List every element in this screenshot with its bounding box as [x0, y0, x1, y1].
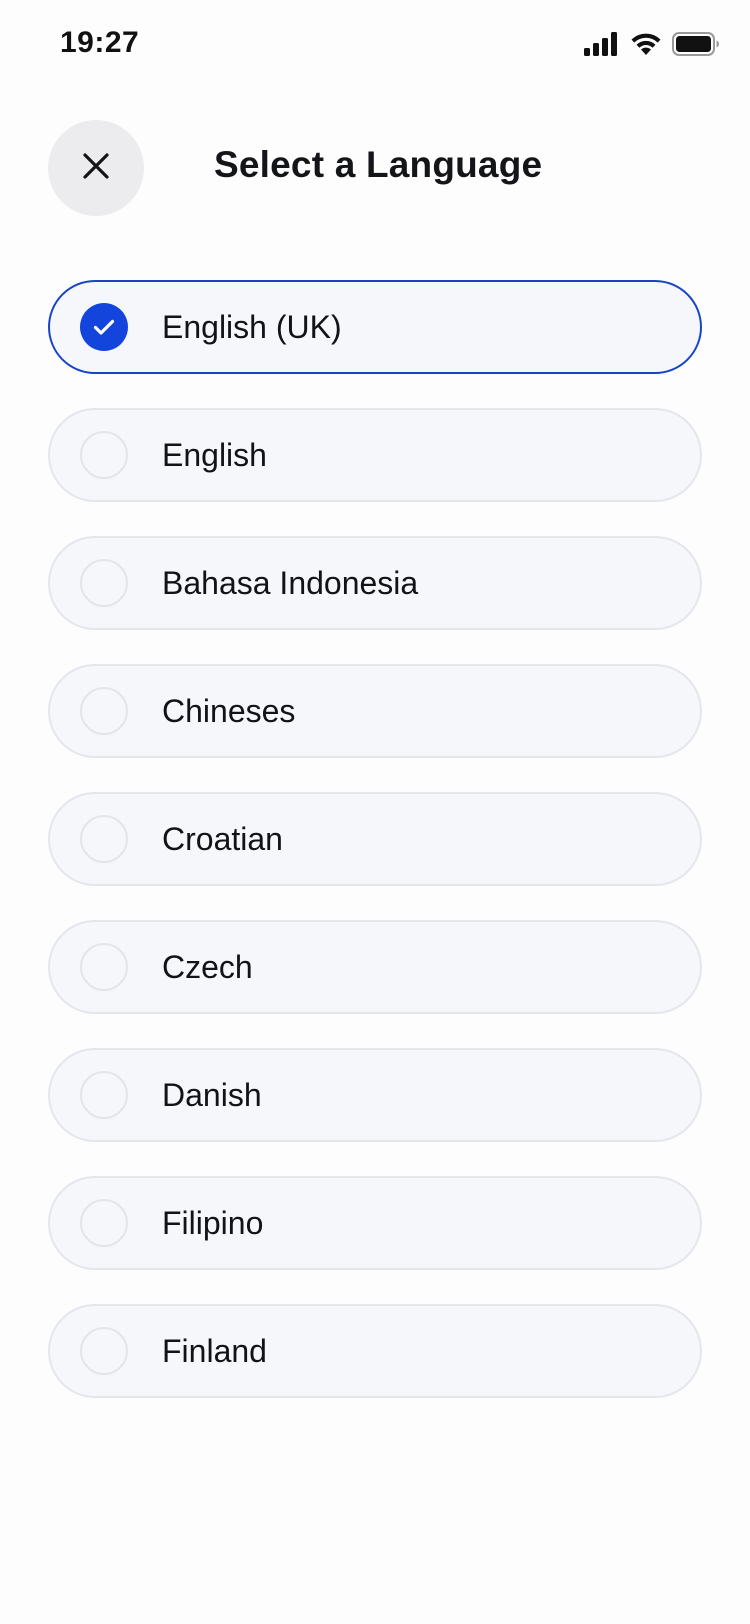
language-label: Bahasa Indonesia: [162, 564, 419, 601]
close-icon: [82, 152, 110, 185]
language-option-5[interactable]: Czech: [48, 920, 702, 1014]
status-bar: 19:27: [0, 0, 750, 90]
language-label: English: [162, 436, 267, 473]
cellular-signal-icon: [584, 32, 620, 61]
language-option-1[interactable]: English: [48, 408, 702, 502]
close-button[interactable]: [48, 120, 144, 216]
header: Select a Language: [0, 118, 750, 218]
language-label: Finland: [162, 1332, 267, 1369]
radio-button[interactable]: [80, 1071, 128, 1119]
language-option-4[interactable]: Croatian: [48, 792, 702, 886]
wifi-icon: [630, 32, 662, 61]
language-option-3[interactable]: Chineses: [48, 664, 702, 758]
language-option-0[interactable]: English (UK): [48, 280, 702, 374]
page-title: Select a Language: [214, 144, 543, 185]
language-list: English (UK) English Bahasa Indonesia Ch…: [48, 280, 702, 1432]
language-label: Danish: [162, 1076, 262, 1113]
status-icons: [584, 32, 720, 61]
language-label: Czech: [162, 948, 253, 985]
radio-button[interactable]: [80, 431, 128, 479]
status-time: 19:27: [60, 26, 140, 59]
radio-button[interactable]: [80, 1327, 128, 1375]
radio-button[interactable]: [80, 559, 128, 607]
language-option-7[interactable]: Filipino: [48, 1176, 702, 1270]
battery-icon: [672, 32, 720, 61]
language-label: Chineses: [162, 692, 296, 729]
radio-button[interactable]: [80, 303, 128, 351]
radio-button[interactable]: [80, 687, 128, 735]
language-option-2[interactable]: Bahasa Indonesia: [48, 536, 702, 630]
language-option-6[interactable]: Danish: [48, 1048, 702, 1142]
checkmark-icon: [93, 319, 115, 335]
radio-button[interactable]: [80, 815, 128, 863]
language-label: Filipino: [162, 1204, 264, 1241]
language-label: Croatian: [162, 820, 283, 857]
language-label: English (UK): [162, 308, 342, 345]
radio-button[interactable]: [80, 943, 128, 991]
radio-button[interactable]: [80, 1199, 128, 1247]
language-option-8[interactable]: Finland: [48, 1304, 702, 1398]
